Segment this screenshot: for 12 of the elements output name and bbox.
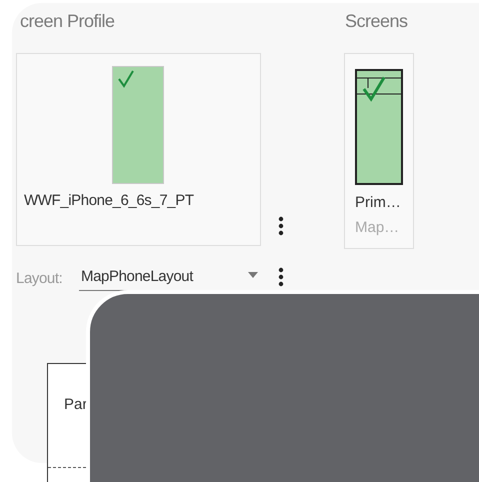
- caret-icon: [248, 272, 258, 278]
- screen-card[interactable]: Prim… Map…: [344, 53, 414, 249]
- section-heading: Screens: [345, 10, 408, 32]
- screen-layout: Map…: [355, 218, 400, 238]
- profile-name: WWF_iPhone_6_6s_7_PT: [24, 191, 194, 211]
- section-heading: creen Profile: [20, 10, 115, 32]
- more-icon[interactable]: [278, 267, 284, 287]
- more-icon[interactable]: [278, 216, 284, 236]
- layout-label: Layout:: [16, 269, 62, 289]
- profile-card[interactable]: WWF_iPhone_6_6s_7_PT: [16, 53, 261, 246]
- screen-name: Prim…: [355, 193, 401, 213]
- preview-label: Par: [64, 395, 88, 415]
